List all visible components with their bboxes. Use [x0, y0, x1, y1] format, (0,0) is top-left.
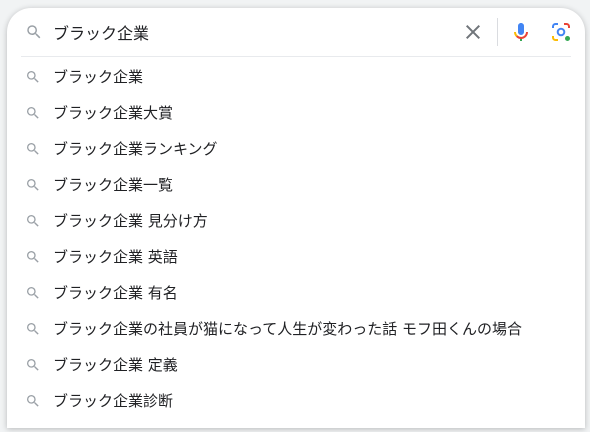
search-icon: [27, 25, 41, 39]
search-bar-divider: [497, 18, 498, 46]
search-icon: [27, 107, 39, 119]
suggestion-item[interactable]: ブラック企業診断: [7, 384, 585, 420]
suggestion-item[interactable]: ブラック企業 見分け方: [7, 204, 585, 240]
suggestion-item[interactable]: ブラック企業ランキング: [7, 132, 585, 168]
suggestion-label: ブラック企業 定義: [53, 356, 178, 374]
search-icon: [27, 143, 39, 155]
microphone-icon[interactable]: [509, 20, 533, 44]
search-icon: [27, 323, 39, 335]
suggestion-list: ブラック企業 ブラック企業大賞 ブラック企業ランキング ブラック企業一覧 ブラッ…: [7, 60, 585, 420]
suggestion-label: ブラック企業診断: [53, 392, 174, 410]
search-icon: [27, 359, 39, 371]
suggestion-label: ブラック企業の社員が猫になって人生が変わった話 モフ田くんの場合: [53, 320, 523, 338]
suggestion-item[interactable]: ブラック企業大賞: [7, 96, 585, 132]
search-icon: [27, 395, 39, 407]
suggestions-divider: [21, 56, 571, 57]
search-icon: [27, 71, 39, 83]
suggestion-label: ブラック企業ランキング: [53, 140, 218, 158]
search-icon: [27, 215, 39, 227]
suggestion-label: ブラック企業 見分け方: [53, 212, 208, 230]
suggestion-label: ブラック企業大賞: [53, 104, 174, 122]
search-input[interactable]: [53, 18, 453, 46]
suggestion-item[interactable]: ブラック企業の社員が猫になって人生が変わった話 モフ田くんの場合: [7, 312, 585, 348]
search-icon: [27, 251, 39, 263]
suggestion-label: ブラック企業 有名: [53, 284, 178, 302]
search-box: ブラック企業 ブラック企業大賞 ブラック企業ランキング ブラック企業一覧 ブラッ…: [7, 8, 585, 428]
suggestion-item[interactable]: ブラック企業一覧: [7, 168, 585, 204]
suggestion-label: ブラック企業: [53, 68, 144, 86]
close-icon[interactable]: [461, 20, 485, 44]
search-icon: [27, 287, 39, 299]
search-bar: [7, 8, 585, 56]
suggestion-label: ブラック企業一覧: [53, 176, 174, 194]
suggestion-item[interactable]: ブラック企業 定義: [7, 348, 585, 384]
suggestion-item[interactable]: ブラック企業: [7, 60, 585, 96]
suggestion-item[interactable]: ブラック企業 英語: [7, 240, 585, 276]
search-icon: [27, 179, 39, 191]
suggestion-item[interactable]: ブラック企業 有名: [7, 276, 585, 312]
suggestion-label: ブラック企業 英語: [53, 248, 178, 266]
camera-lens-icon[interactable]: [549, 20, 573, 44]
